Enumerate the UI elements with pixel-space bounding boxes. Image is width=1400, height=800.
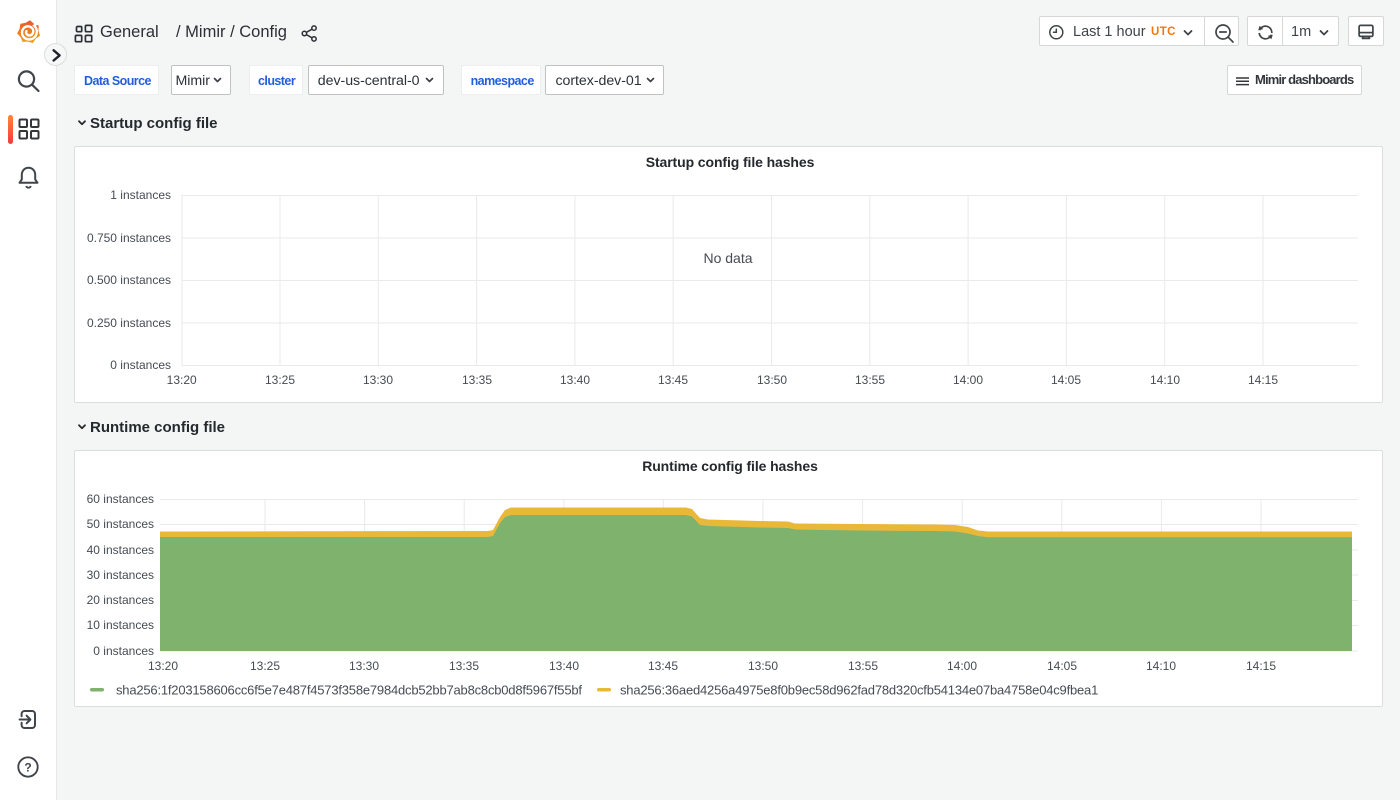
svg-text:20 instances: 20 instances (87, 593, 154, 607)
svg-text:13:20: 13:20 (167, 373, 197, 387)
svg-text:14:00: 14:00 (947, 659, 977, 673)
svg-text:14:10: 14:10 (1146, 659, 1176, 673)
svg-text:13:35: 13:35 (462, 373, 492, 387)
svg-text:13:45: 13:45 (658, 373, 688, 387)
svg-text:10 instances: 10 instances (87, 618, 154, 632)
svg-text:13:45: 13:45 (648, 659, 678, 673)
svg-text:Runtime config file hashes: Runtime config file hashes (642, 458, 818, 474)
svg-text:13:25: 13:25 (250, 659, 280, 673)
svg-text:60 instances: 60 instances (87, 492, 154, 506)
svg-text:0 instances: 0 instances (110, 358, 171, 372)
svg-text:13:30: 13:30 (363, 373, 393, 387)
svg-text:13:40: 13:40 (560, 373, 590, 387)
svg-text:14:00: 14:00 (953, 373, 983, 387)
svg-text:0.750 instances: 0.750 instances (87, 231, 171, 245)
svg-text:13:55: 13:55 (848, 659, 878, 673)
svg-text:?: ? (24, 760, 31, 774)
svg-text:1 instances: 1 instances (110, 188, 171, 202)
svg-text:13:55: 13:55 (855, 373, 885, 387)
svg-text:13:40: 13:40 (549, 659, 579, 673)
svg-text:50 instances: 50 instances (87, 517, 154, 531)
svg-text:13:25: 13:25 (265, 373, 295, 387)
svg-text:sha256:1f203158606cc6f5e7e487f: sha256:1f203158606cc6f5e7e487f4573f358e7… (116, 683, 582, 698)
svg-text:13:20: 13:20 (148, 659, 178, 673)
svg-text:0.500 instances: 0.500 instances (87, 273, 171, 287)
svg-text:14:05: 14:05 (1047, 659, 1077, 673)
svg-text:sha256:36aed4256a4975e8f0b9ec5: sha256:36aed4256a4975e8f0b9ec58d962fad78… (620, 683, 1098, 698)
svg-text:Startup config file hashes: Startup config file hashes (646, 154, 815, 170)
svg-text:40 instances: 40 instances (87, 543, 154, 557)
svg-text:14:15: 14:15 (1246, 659, 1276, 673)
svg-text:14:10: 14:10 (1150, 373, 1180, 387)
svg-text:14:15: 14:15 (1248, 373, 1278, 387)
svg-text:13:50: 13:50 (748, 659, 778, 673)
svg-text:14:05: 14:05 (1051, 373, 1081, 387)
svg-text:13:50: 13:50 (757, 373, 787, 387)
svg-text:No data: No data (703, 250, 752, 266)
svg-text:30 instances: 30 instances (87, 568, 154, 582)
svg-text:13:35: 13:35 (449, 659, 479, 673)
svg-text:0 instances: 0 instances (93, 644, 154, 658)
svg-text:0.250 instances: 0.250 instances (87, 316, 171, 330)
svg-text:13:30: 13:30 (349, 659, 379, 673)
